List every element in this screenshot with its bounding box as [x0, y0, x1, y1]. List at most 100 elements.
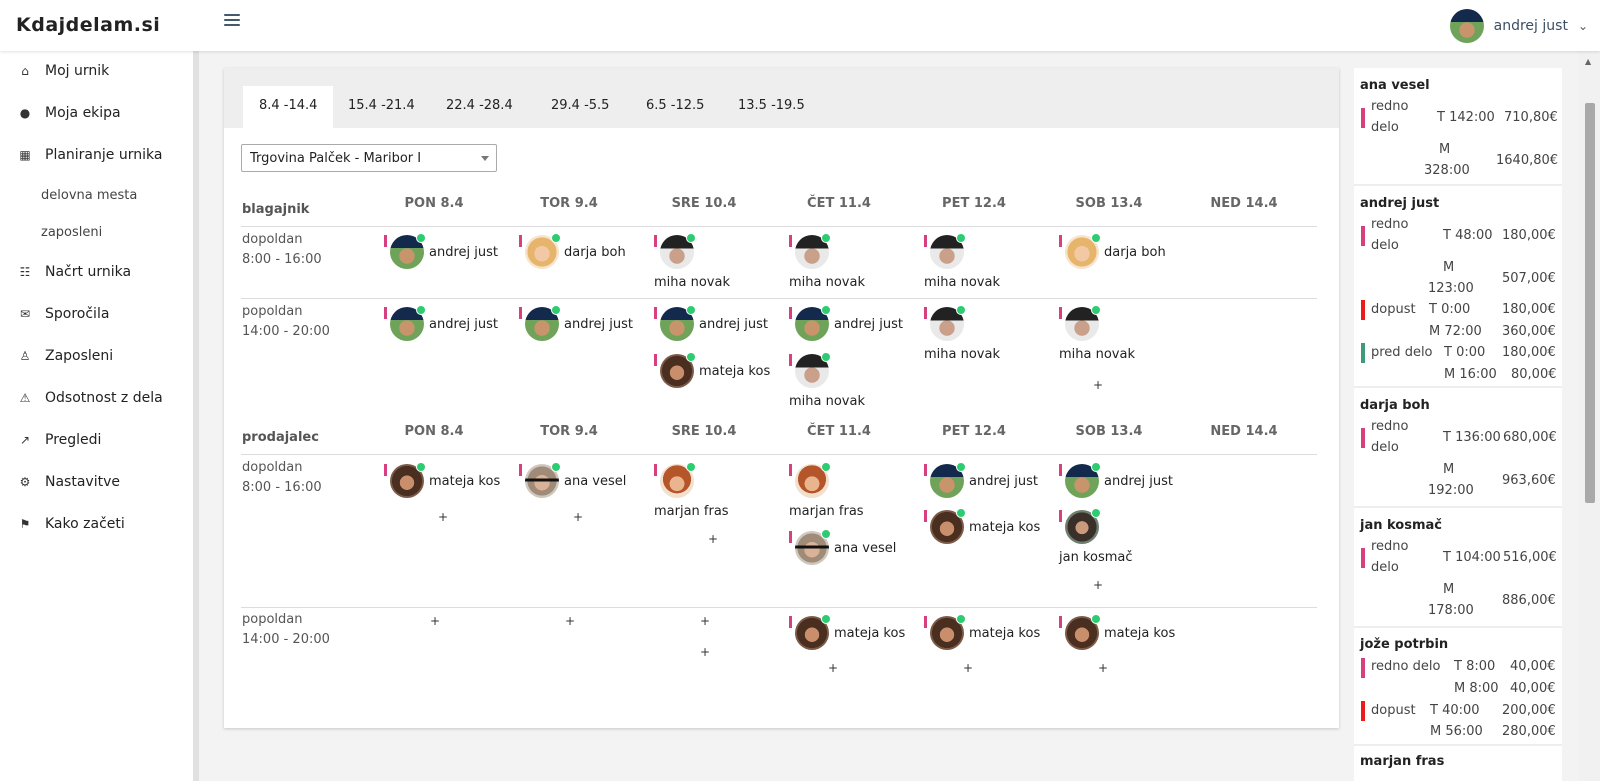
add-shift-button[interactable]: +	[564, 614, 576, 628]
day-header: SOB 13.4	[1075, 424, 1143, 439]
sidebar-item-nastavitve[interactable]: ⚙ Nastavitve	[0, 474, 193, 490]
assignment[interactable]: andrej just	[384, 305, 498, 341]
sidebar-item-pregledi[interactable]: ↗ Pregledi	[0, 432, 193, 448]
assignment[interactable]: mateja kos	[1059, 614, 1175, 650]
day-header: SRE 10.4	[671, 196, 737, 211]
signpost-icon: ⚑	[19, 517, 31, 531]
tab-week-3[interactable]: 22.4 -28.4	[430, 86, 529, 128]
add-shift-button[interactable]: +	[707, 532, 719, 546]
sidebar-item-sporocila[interactable]: ✉ Sporočila	[0, 306, 193, 322]
day-header: PON 8.4	[404, 424, 464, 439]
employee-summary: ana vesel redno delo T 142:00 710,80€ M …	[1354, 68, 1562, 186]
assignment[interactable]: mateja kos	[384, 462, 500, 498]
warning-icon: ⚠	[19, 391, 31, 405]
avatar	[1065, 614, 1101, 650]
avatar	[795, 462, 831, 498]
add-shift-button[interactable]: +	[572, 510, 584, 524]
avatar	[1065, 508, 1101, 544]
divider	[241, 298, 1317, 299]
add-shift-button[interactable]: +	[699, 645, 711, 659]
tab-week-2[interactable]: 15.4 -21.4	[332, 86, 431, 128]
home-icon: ⌂	[21, 64, 29, 78]
user-avatar[interactable]	[1449, 9, 1484, 43]
chevron-down-icon[interactable]: ⌄	[1578, 19, 1588, 33]
assignment[interactable]: andrej just	[789, 305, 903, 341]
section-title-prodajalec: prodajalec	[242, 430, 319, 445]
day-header: ČET 11.4	[807, 424, 871, 439]
sidebar-subitem-zaposleni[interactable]: zaposleni	[41, 225, 102, 240]
scroll-up-icon[interactable]: ▲	[1585, 57, 1591, 66]
add-shift-button[interactable]: +	[1097, 661, 1109, 675]
assignment[interactable]: darja boh	[1059, 233, 1166, 269]
user-name[interactable]: andrej just	[1494, 18, 1568, 34]
avatar	[525, 462, 561, 498]
avatar	[795, 305, 831, 341]
tab-week-4[interactable]: 29.4 -5.5	[535, 86, 625, 128]
avatar	[1065, 305, 1101, 341]
employee-summary: marjan fras	[1360, 754, 1445, 769]
sidebar-item-zaposleni[interactable]: ♙ Zaposleni	[0, 348, 193, 364]
calendar-icon: ▦	[19, 148, 31, 162]
employee-name: ana vesel	[1360, 78, 1430, 93]
scroll-thumb[interactable]	[1585, 103, 1595, 503]
assignment[interactable]: andrej just	[1059, 462, 1173, 498]
assignment[interactable]: ana vesel	[789, 529, 896, 565]
add-shift-button[interactable]: +	[437, 510, 449, 524]
shift-label: dopoldan 8:00 - 16:00	[242, 232, 322, 267]
user-menu[interactable]: andrej just ⌄	[1449, 9, 1588, 43]
assignment[interactable]: ana vesel	[519, 462, 626, 498]
avatar	[795, 614, 831, 650]
sidebar-item-planiranje-urnika[interactable]: ▦ Planiranje urnika	[0, 147, 193, 163]
tab-week-5[interactable]: 6.5 -12.5	[630, 86, 720, 128]
avatar	[390, 233, 426, 269]
store-select-value: Trgovina Palček - Maribor I	[250, 151, 422, 166]
avatar	[660, 305, 696, 341]
employee-summary: darja boh redno delo T 136:00 680,00€ M …	[1354, 390, 1562, 508]
redno-marker	[1361, 108, 1365, 128]
avatar	[795, 529, 831, 565]
add-shift-button[interactable]: +	[827, 661, 839, 675]
sidebar-item-odsotnost[interactable]: ⚠ Odsotnost z dela	[0, 390, 193, 406]
sidebar-item-moja-ekipa[interactable]: ● Moja ekipa	[0, 105, 193, 121]
section-title-blagajnik: blagajnik	[242, 202, 310, 217]
add-shift-button[interactable]: +	[699, 614, 711, 628]
tab-week-1[interactable]: 8.4 -14.4	[243, 86, 334, 128]
sidebar-subitem-delovna-mesta[interactable]: delovna mesta	[41, 188, 137, 203]
add-shift-button[interactable]: +	[429, 614, 441, 628]
assignment[interactable]: andrej just	[519, 305, 633, 341]
brand-logo[interactable]: Kdajdelam.si	[16, 14, 160, 36]
assignment[interactable]: darja boh	[519, 233, 626, 269]
page-scrollbar[interactable]: ▲	[1578, 51, 1600, 781]
employee-summary: jan kosmač redno delo T 104:00 516,00€ M…	[1354, 510, 1562, 628]
gear-icon: ⚙	[19, 475, 31, 489]
add-shift-button[interactable]: +	[1092, 578, 1104, 592]
sidebar-item-kako-zaceti[interactable]: ⚑ Kako začeti	[0, 516, 193, 532]
tab-week-6[interactable]: 13.5 -19.5	[722, 86, 821, 128]
assignment[interactable]: andrej just	[384, 233, 498, 269]
assignment[interactable]: andrej just	[654, 305, 768, 341]
day-header: PET 12.4	[942, 424, 1006, 439]
assignment[interactable]: mateja kos	[789, 614, 905, 650]
assignment[interactable]: andrej just	[924, 462, 1038, 498]
hours-summary-panel: ana vesel redno delo T 142:00 710,80€ M …	[1354, 68, 1562, 781]
avatar	[930, 462, 966, 498]
comments-icon: ✉	[19, 307, 31, 321]
store-select[interactable]: Trgovina Palček - Maribor I	[241, 144, 497, 172]
shift-label: popoldan 14:00 - 20:00	[242, 304, 330, 339]
day-header: PET 12.4	[942, 196, 1006, 211]
top-header: Kdajdelam.si andrej just ⌄	[0, 0, 1600, 51]
divider	[241, 226, 1317, 227]
assignment[interactable]: mateja kos	[924, 614, 1040, 650]
avatar	[525, 233, 561, 269]
assignment[interactable]: mateja kos	[924, 508, 1040, 544]
sidebar-item-moj-urnik[interactable]: ⌂ Moj urnik	[0, 63, 193, 79]
sidebar-item-nacrt-urnika[interactable]: ☷ Načrt urnika	[0, 264, 193, 280]
assignment[interactable]: mateja kos	[654, 352, 770, 388]
hamburger-menu-icon[interactable]	[224, 14, 240, 28]
add-shift-button[interactable]: +	[962, 661, 974, 675]
avatar	[930, 233, 966, 269]
day-header: TOR 9.4	[540, 424, 598, 439]
divider	[241, 454, 1317, 455]
sitemap-icon: ☷	[19, 265, 31, 279]
add-shift-button[interactable]: +	[1092, 378, 1104, 392]
